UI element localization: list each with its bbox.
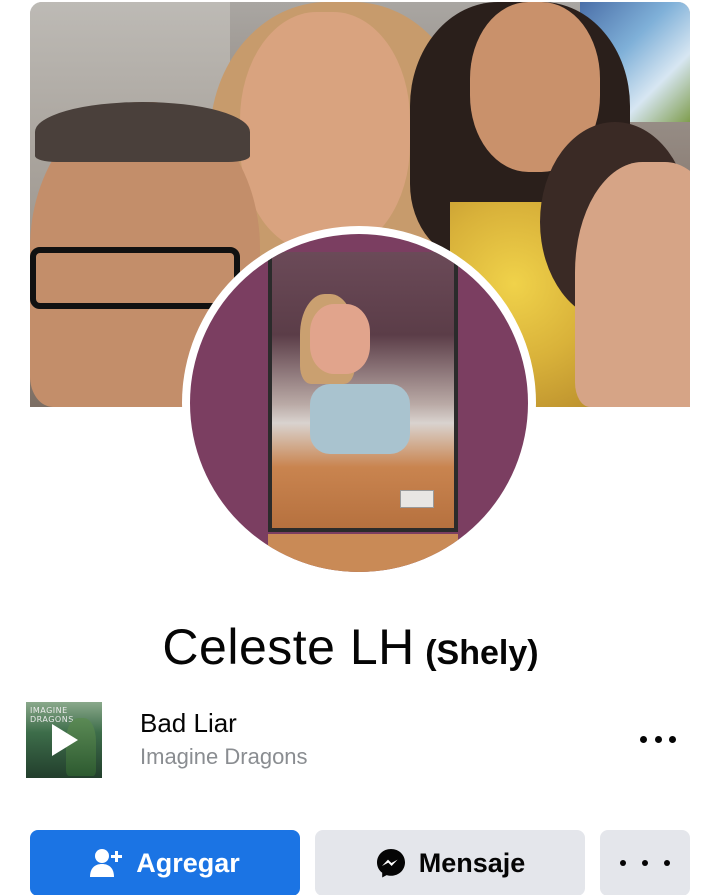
song-artist: Imagine Dragons xyxy=(140,744,308,769)
album-art-text: IMAGINE DRAGONS xyxy=(30,706,74,724)
add-user-icon xyxy=(90,848,124,878)
person-legs xyxy=(310,384,410,454)
more-dots-icon xyxy=(664,860,670,866)
messenger-icon xyxy=(375,847,407,879)
more-options-button[interactable] xyxy=(600,830,690,895)
profile-picture[interactable] xyxy=(182,226,536,580)
more-dots-icon xyxy=(669,735,676,743)
more-dots-icon xyxy=(654,735,662,743)
add-friend-label: Agregar xyxy=(136,847,240,878)
profile-name-main: Celeste LH xyxy=(162,619,415,675)
add-friend-button[interactable]: Agregar xyxy=(30,830,300,895)
cover-person-face xyxy=(575,162,690,407)
profile-picture-image xyxy=(190,234,528,572)
cover-person-face xyxy=(240,12,410,252)
floor xyxy=(268,534,458,572)
song-title: Bad Liar xyxy=(140,708,237,738)
wall-outlet xyxy=(400,490,434,508)
cover-person-glasses xyxy=(30,247,240,309)
profile-name: Celeste LH (Shely) xyxy=(0,618,701,676)
more-dots-icon xyxy=(642,860,648,866)
song-more-button[interactable] xyxy=(640,726,676,752)
album-art[interactable]: IMAGINE DRAGONS xyxy=(26,702,102,778)
profile-song[interactable]: IMAGINE DRAGONS Bad Liar Imagine Dragons xyxy=(26,700,686,780)
profile-alternate-name: (Shely) xyxy=(425,634,539,672)
more-dots-icon xyxy=(620,860,626,866)
cover-person-hair xyxy=(35,102,250,162)
play-icon[interactable] xyxy=(52,724,78,756)
person-face xyxy=(310,304,370,374)
more-dots-icon xyxy=(640,735,647,743)
message-button[interactable]: Mensaje xyxy=(315,830,585,895)
message-label: Mensaje xyxy=(418,847,526,878)
